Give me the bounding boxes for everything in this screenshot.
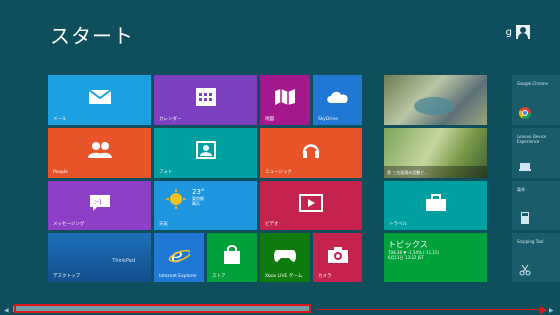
scroll-right-arrow-icon[interactable]: ▶ bbox=[549, 307, 554, 314]
video-icon bbox=[299, 193, 323, 212]
tile-calendar-label: カレンダー bbox=[159, 117, 182, 122]
photo-pond bbox=[414, 97, 454, 115]
sun-icon bbox=[166, 189, 186, 209]
tile-mail-label: メール bbox=[53, 117, 67, 122]
tile-video[interactable]: ビデオ bbox=[260, 181, 362, 230]
photo-icon bbox=[195, 141, 216, 159]
laptop-icon bbox=[519, 163, 531, 171]
tile-camera[interactable]: カメラ bbox=[313, 233, 362, 282]
user-account[interactable]: g bbox=[506, 25, 530, 39]
tile-maps-label: 地図 bbox=[265, 117, 274, 122]
internet-explorer-icon: e bbox=[168, 245, 190, 265]
tile-travel-label: トラベル bbox=[389, 222, 407, 227]
tile-people[interactable]: People bbox=[48, 128, 151, 178]
tile-photos[interactable]: フォト bbox=[154, 128, 257, 178]
mail-icon bbox=[87, 89, 112, 105]
tile-mail[interactable]: メール bbox=[48, 75, 151, 125]
chrome-icon bbox=[519, 107, 531, 119]
weather-readout: 23° 東京都 晴天 bbox=[192, 188, 205, 207]
tile-skydrive-label: SkyDrive bbox=[318, 117, 338, 122]
tile-music-label: ミュージック bbox=[265, 170, 292, 175]
shopping-bag-icon bbox=[223, 244, 241, 265]
tile-messaging[interactable]: :-) メッセージング bbox=[48, 181, 151, 230]
scroll-left-arrow-icon[interactable]: ◀ bbox=[4, 307, 9, 314]
scissors-icon bbox=[519, 264, 531, 276]
page-title: スタート bbox=[50, 24, 134, 48]
tile-store[interactable]: ストア bbox=[207, 233, 257, 282]
tile-people-label: People bbox=[53, 170, 68, 175]
tile-xbox-games[interactable]: Xbox LIVE ゲーム bbox=[260, 233, 310, 282]
tile-music[interactable]: ミュージック bbox=[260, 128, 362, 178]
tile-store-label: ストア bbox=[212, 274, 226, 279]
tile-desktop-label: デスクトップ bbox=[53, 274, 80, 279]
chat-icon: :-) bbox=[89, 194, 111, 212]
finance-title: トピックス bbox=[388, 240, 428, 249]
user-initial: g bbox=[505, 26, 512, 38]
headphones-icon bbox=[301, 140, 321, 160]
tile-news[interactable]: 第 三位巡演の活動と... bbox=[384, 128, 487, 178]
gamepad-icon bbox=[273, 247, 297, 263]
people-icon bbox=[87, 141, 113, 159]
tile-desktop[interactable]: ThinkPad デスクトップ bbox=[48, 233, 151, 282]
tile-lenovo-device-experience[interactable]: Lenovo Device Experience bbox=[512, 128, 560, 178]
snipping-label: Snipping Tool bbox=[517, 239, 544, 244]
highlight-arrow-line bbox=[318, 309, 543, 310]
tile-ie-label: Internet Explorer bbox=[159, 274, 198, 279]
weather-condition: 晴天 bbox=[192, 201, 200, 206]
map-icon bbox=[274, 88, 296, 106]
tile-snipping-tool[interactable]: Snipping Tool bbox=[512, 233, 560, 282]
finance-values: 708.38 ▼ -1.54% (-11.15) 6月11日 13:22 JST bbox=[388, 250, 439, 260]
weather-temp: 23° bbox=[192, 188, 205, 196]
tile-google-chrome[interactable]: Google Chrome bbox=[512, 75, 560, 125]
tile-travel[interactable]: トラベル bbox=[384, 181, 487, 230]
tile-weather-label: 天気 bbox=[159, 222, 168, 227]
tile-finance[interactable]: トピックス 708.38 ▼ -1.54% (-11.15) 6月11日 13:2… bbox=[384, 233, 487, 282]
calculator-icon bbox=[521, 212, 529, 224]
tile-calculator[interactable]: 電卓 bbox=[512, 181, 560, 230]
lenovo-label: Lenovo Device Experience bbox=[517, 134, 547, 144]
tile-internet-explorer[interactable]: e Internet Explorer bbox=[154, 233, 204, 282]
calendar-icon bbox=[195, 87, 217, 107]
highlight-arrow-head bbox=[540, 306, 547, 314]
svg-text::-): :-) bbox=[94, 198, 102, 206]
tile-weather[interactable]: 23° 東京都 晴天 天気 bbox=[154, 181, 257, 230]
chrome-label: Google Chrome bbox=[517, 81, 549, 86]
tile-messaging-label: メッセージング bbox=[53, 222, 85, 227]
finance-line2: 6月11日 13:22 JST bbox=[388, 255, 424, 260]
tile-photo-live[interactable] bbox=[384, 75, 487, 125]
highlight-box bbox=[14, 304, 311, 313]
camera-icon bbox=[327, 246, 349, 264]
news-headline: 第 三位巡演の活動と... bbox=[387, 170, 429, 175]
tile-photos-label: フォト bbox=[159, 170, 173, 175]
cloud-icon bbox=[326, 90, 350, 104]
avatar bbox=[516, 25, 530, 39]
tile-calendar[interactable]: カレンダー bbox=[154, 75, 257, 125]
calculator-label: 電卓 bbox=[517, 187, 525, 192]
tile-skydrive[interactable]: SkyDrive bbox=[313, 75, 362, 125]
suitcase-icon bbox=[425, 193, 447, 212]
tile-maps[interactable]: 地図 bbox=[260, 75, 310, 125]
desktop-brand: ThinkPad bbox=[112, 258, 135, 264]
tile-video-label: ビデオ bbox=[265, 222, 279, 227]
tile-camera-label: カメラ bbox=[318, 274, 332, 279]
tile-xbox-label: Xbox LIVE ゲーム bbox=[265, 274, 303, 279]
